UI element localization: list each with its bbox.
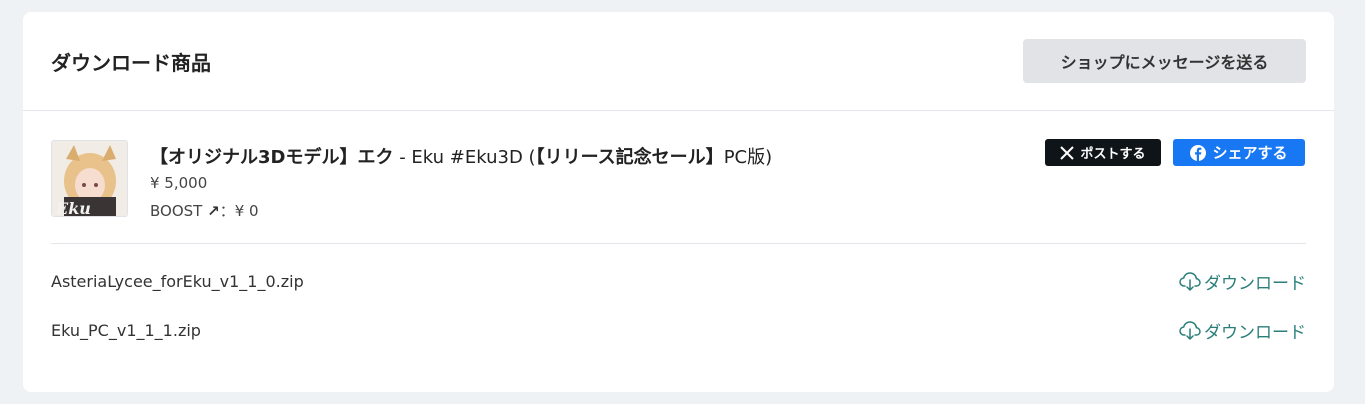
download-label: ダウンロード — [1204, 273, 1306, 294]
card-header: ダウンロード商品 ショップにメッセージを送る — [23, 12, 1334, 111]
x-logo-icon — [1060, 145, 1075, 160]
download-label: ダウンロード — [1204, 322, 1306, 343]
download-link[interactable]: ダウンロード — [1179, 318, 1306, 343]
boost-info: BOOST ↗：¥ 0 — [150, 200, 259, 221]
thumbnail-logo-text: Eku — [55, 199, 91, 217]
arrow-up-right-icon: ↗ — [207, 202, 220, 220]
product-title-bold2: 【リリース記念セール】 — [535, 147, 724, 168]
download-link[interactable]: ダウンロード — [1179, 269, 1306, 294]
file-row: Eku_PC_v1_1_1.zip ダウンロード — [51, 316, 1306, 344]
message-shop-button[interactable]: ショップにメッセージを送る — [1023, 39, 1306, 83]
share-x-label: ポストする — [1080, 147, 1146, 162]
file-row: AsteriaLycee_forEku_v1_1_0.zip ダウンロード — [51, 267, 1306, 295]
product-title-bold: 【オリジナル3Dモデル】エク — [150, 147, 394, 168]
product-thumbnail[interactable]: Eku — [51, 140, 128, 217]
file-name: Eku_PC_v1_1_1.zip — [51, 320, 201, 340]
product-item: Eku 【オリジナル3Dモデル】エク - Eku #Eku3D (【リリース記念… — [23, 111, 1334, 244]
boost-value: ：¥ 0 — [219, 202, 259, 220]
page-title: ダウンロード商品 — [51, 50, 211, 75]
file-name: AsteriaLycee_forEku_v1_1_0.zip — [51, 271, 304, 291]
boost-label: BOOST — [150, 202, 203, 220]
product-title-mid: - Eku #Eku3D ( — [393, 147, 536, 168]
share-facebook-label: シェアする — [1212, 144, 1288, 162]
cloud-download-icon — [1179, 321, 1201, 340]
facebook-icon — [1190, 144, 1207, 161]
product-title[interactable]: 【オリジナル3Dモデル】エク - Eku #Eku3D (【リリース記念セール】… — [150, 143, 772, 169]
divider — [51, 243, 1306, 244]
thumbnail-image: Eku — [52, 141, 127, 217]
cloud-download-icon — [1179, 272, 1201, 291]
share-facebook-button[interactable]: シェアする — [1173, 139, 1305, 166]
download-products-card: ダウンロード商品 ショップにメッセージを送る Eku 【オリジナル3Dモデル】エ… — [23, 12, 1334, 392]
product-price: ¥ 5,000 — [150, 174, 208, 192]
share-x-button[interactable]: ポストする — [1045, 139, 1161, 166]
product-title-end: PC版) — [723, 147, 773, 168]
